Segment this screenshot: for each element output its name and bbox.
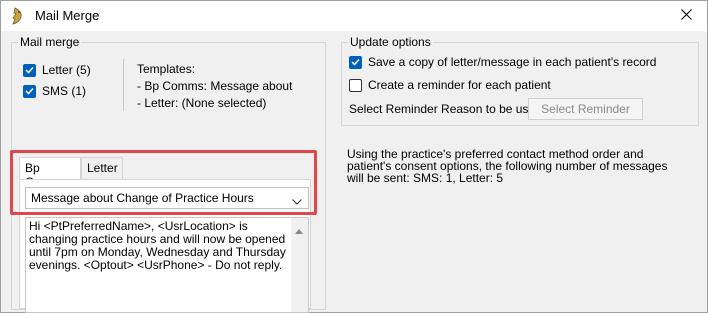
checkbox-checked-icon	[23, 63, 36, 77]
checkbox-unchecked-icon	[349, 78, 362, 92]
message-body-text: Hi <PtPreferredName>, <UsrLocation> is c…	[29, 219, 286, 272]
divider	[123, 59, 124, 111]
mail-merge-legend: Mail merge	[18, 35, 82, 49]
info-text: Using the practice's preferred contact m…	[347, 147, 668, 185]
app-icon	[10, 7, 26, 25]
window-title: Mail Merge	[35, 8, 100, 23]
scroll-up-icon[interactable]	[295, 223, 303, 237]
checkbox-checked-icon	[349, 55, 362, 69]
update-options-legend: Update options	[348, 35, 433, 49]
create-reminder-checkbox[interactable]: Create a reminder for each patient	[349, 78, 551, 92]
checkbox-checked-icon	[23, 84, 36, 98]
message-body-textarea[interactable]: Hi <PtPreferredName>, <UsrLocation> is c…	[25, 217, 309, 313]
template-line: - Bp Comms: Message about	[137, 79, 293, 93]
sms-checkbox[interactable]: SMS (1)	[23, 84, 86, 98]
templates-summary: Templates: - Bp Comms: Message about - L…	[137, 61, 292, 112]
sms-checkbox-label: SMS (1)	[42, 84, 87, 98]
close-icon	[680, 9, 692, 23]
title-bar: Mail Merge	[1, 1, 707, 31]
save-copy-label: Save a copy of letter/message in each pa…	[368, 55, 657, 69]
template-select-value: Message about Change of Practice Hours	[31, 191, 254, 205]
select-reminder-button[interactable]: Select Reminder	[528, 98, 643, 120]
close-button[interactable]	[665, 1, 707, 31]
mail-merge-window: Mail Merge Mail merge Letter (5) SMS (1)…	[0, 0, 708, 313]
letter-checkbox[interactable]: Letter (5)	[23, 63, 91, 77]
create-reminder-label: Create a reminder for each patient	[368, 78, 551, 92]
chevron-down-icon	[292, 194, 302, 208]
reminder-reason-label: Select Reminder Reason to be used:	[349, 102, 546, 116]
vertical-scrollbar[interactable]	[291, 218, 308, 312]
tab-bp-comms[interactable]: Bp Comms	[19, 157, 81, 189]
letter-checkbox-label: Letter (5)	[42, 63, 91, 77]
template-select[interactable]: Message about Change of Practice Hours	[25, 187, 309, 209]
template-line: - Letter: (None selected)	[137, 96, 267, 110]
templates-heading: Templates:	[137, 62, 196, 76]
tab-letter[interactable]: Letter	[81, 157, 123, 179]
save-copy-checkbox[interactable]: Save a copy of letter/message in each pa…	[349, 55, 656, 69]
